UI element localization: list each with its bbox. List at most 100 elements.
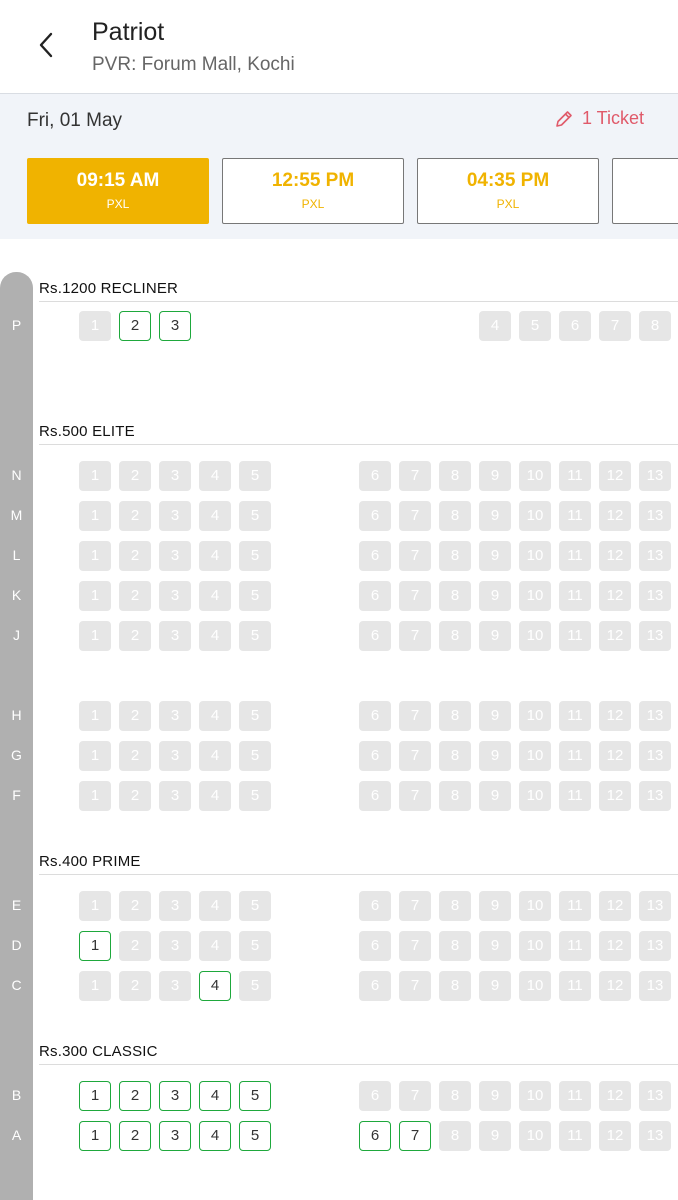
seat-unavailable: 12 (599, 741, 631, 771)
row-letter: E (11, 897, 22, 913)
showtime-strip: Fri, 01 May 1 Ticket 09:15 AM PXL 12:55 PM… (0, 94, 678, 239)
showtime-option[interactable]: 09:15 AM PXL (27, 158, 209, 224)
row-letter: C (11, 977, 22, 993)
seat-available[interactable]: 2 (119, 1121, 151, 1151)
seat-unavailable: 1 (79, 891, 111, 921)
seat-unavailable: 5 (239, 581, 271, 611)
seat-unavailable: 7 (599, 311, 631, 341)
seat-available[interactable]: 4 (199, 971, 231, 1001)
seat-unavailable: 10 (519, 701, 551, 731)
seat-unavailable: 6 (359, 541, 391, 571)
seat-unavailable: 4 (199, 741, 231, 771)
seat-available[interactable]: 1 (79, 1081, 111, 1111)
seat-unavailable: 5 (239, 891, 271, 921)
seat-available[interactable]: 5 (239, 1121, 271, 1151)
seat-unavailable: 3 (159, 971, 191, 1001)
seat-unavailable: 3 (159, 581, 191, 611)
seat-available[interactable]: 2 (119, 1081, 151, 1111)
seat-unavailable: 7 (399, 621, 431, 651)
seat-unavailable: 7 (399, 931, 431, 961)
seat-unavailable: 1 (79, 971, 111, 1001)
seat-unavailable: 8 (439, 1121, 471, 1151)
seat-unavailable: 1 (79, 701, 111, 731)
seat-available[interactable]: 3 (159, 1121, 191, 1151)
seat-unavailable: 5 (239, 931, 271, 961)
seat-unavailable: 11 (559, 461, 591, 491)
seat-unavailable: 12 (599, 501, 631, 531)
section-divider (39, 1064, 678, 1065)
showtime-option[interactable]: 04:35 PM PXL (417, 158, 599, 224)
showtime-option[interactable]: 08 (612, 158, 678, 224)
show-date: Fri, 01 May (27, 110, 123, 131)
seat-unavailable: 4 (199, 701, 231, 731)
seat-unavailable: 2 (119, 891, 151, 921)
seat-available[interactable]: 1 (79, 1121, 111, 1151)
seat-unavailable: 5 (239, 781, 271, 811)
seat-unavailable: 1 (79, 741, 111, 771)
venue-name: PVR: Forum Mall, Kochi (92, 54, 295, 75)
showtime-format: PXL (106, 197, 130, 211)
seat-available[interactable]: 6 (359, 1121, 391, 1151)
section-label: Rs.400 PRIME (39, 853, 141, 870)
seat-unavailable: 10 (519, 1121, 551, 1151)
seat-unavailable: 8 (439, 1081, 471, 1111)
seat-unavailable: 11 (559, 701, 591, 731)
seat-unavailable: 9 (479, 891, 511, 921)
seat-unavailable: 9 (479, 741, 511, 771)
seat-unavailable: 13 (639, 581, 671, 611)
seat-unavailable: 13 (639, 781, 671, 811)
seat-unavailable: 12 (599, 621, 631, 651)
seat-unavailable: 5 (239, 541, 271, 571)
seat-unavailable: 7 (399, 701, 431, 731)
seat-available[interactable]: 1 (79, 931, 111, 961)
seat-unavailable: 2 (119, 581, 151, 611)
seat-available[interactable]: 4 (199, 1121, 231, 1151)
seat-unavailable: 3 (159, 891, 191, 921)
seat-unavailable: 9 (479, 541, 511, 571)
seat-available[interactable]: 7 (399, 1121, 431, 1151)
seat-unavailable: 5 (519, 311, 551, 341)
seat-available[interactable]: 3 (159, 311, 191, 341)
seat-available[interactable]: 4 (199, 1081, 231, 1111)
seat-unavailable: 13 (639, 501, 671, 531)
seat-available[interactable]: 3 (159, 1081, 191, 1111)
seat-unavailable: 3 (159, 931, 191, 961)
seat-unavailable: 10 (519, 931, 551, 961)
section-label: Rs.300 CLASSIC (39, 1043, 158, 1060)
seat-unavailable: 9 (479, 621, 511, 651)
seat-unavailable: 8 (439, 701, 471, 731)
seat-unavailable: 13 (639, 701, 671, 731)
app-header: Patriot PVR: Forum Mall, Kochi (0, 0, 678, 94)
seat-unavailable: 10 (519, 541, 551, 571)
seat-unavailable: 6 (359, 621, 391, 651)
seat-unavailable: 9 (479, 501, 511, 531)
seat-unavailable: 3 (159, 701, 191, 731)
row-letter: A (11, 1127, 22, 1143)
seat-unavailable: 13 (639, 461, 671, 491)
seat-unavailable: 13 (639, 971, 671, 1001)
seat-available[interactable]: 5 (239, 1081, 271, 1111)
seat-unavailable: 6 (359, 581, 391, 611)
seat-unavailable: 7 (399, 461, 431, 491)
seat-unavailable: 5 (239, 701, 271, 731)
seat-available[interactable]: 2 (119, 311, 151, 341)
seat-unavailable: 11 (559, 1121, 591, 1151)
row-label-bar (0, 272, 33, 1200)
seat-unavailable: 8 (439, 621, 471, 651)
row-letter: G (11, 747, 22, 763)
back-button[interactable] (30, 28, 64, 62)
seat-unavailable: 11 (559, 621, 591, 651)
seat-unavailable: 13 (639, 1081, 671, 1111)
section-divider (39, 444, 678, 445)
showtime-option[interactable]: 12:55 PM PXL (222, 158, 404, 224)
seat-unavailable: 8 (439, 741, 471, 771)
seat-unavailable: 5 (239, 741, 271, 771)
seat-unavailable: 4 (479, 311, 511, 341)
seat-unavailable: 2 (119, 621, 151, 651)
ticket-count-button[interactable]: 1 Ticket (554, 108, 644, 129)
seat-unavailable: 2 (119, 781, 151, 811)
seat-unavailable: 1 (79, 621, 111, 651)
seat-unavailable: 10 (519, 621, 551, 651)
showtime-format: PXL (301, 197, 325, 211)
seat-unavailable: 8 (639, 311, 671, 341)
